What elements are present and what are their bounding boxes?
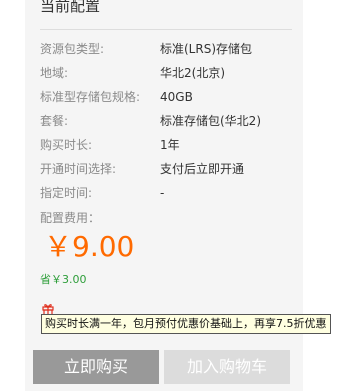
gift-icon	[42, 301, 54, 316]
saving-amount: 省￥3.00	[40, 273, 87, 286]
spec-row-duration: 购买时长: 1年	[40, 137, 295, 153]
spec-value: 40GB	[160, 90, 193, 104]
spec-value: -	[160, 186, 165, 200]
spec-value: 标准(LRS)存储包	[160, 42, 253, 56]
spec-label: 购买时长:	[40, 138, 93, 152]
spec-value: 1年	[160, 138, 180, 152]
add-to-cart-button[interactable]: 加入购物车	[164, 350, 290, 384]
spec-row-size: 标准型存储包规格: 40GB	[40, 89, 295, 105]
spec-label: 资源包类型:	[40, 42, 105, 56]
spec-label: 开通时间选择:	[40, 162, 117, 176]
spec-row-activation: 开通时间选择: 支付后立即开通	[40, 161, 295, 177]
title-divider	[40, 29, 292, 30]
spec-value: 支付后立即开通	[160, 162, 245, 176]
panel-title: 当前配置	[40, 0, 101, 15]
price-amount: ￥9.00	[44, 230, 135, 263]
spec-row-plan: 套餐: 标准存储包(华北2)	[40, 113, 295, 129]
spec-label: 指定时间:	[40, 186, 93, 200]
spec-label: 套餐:	[40, 114, 69, 128]
promo-tooltip: 购买时长满一年，包月预付优惠价基础上，再享7.5折优惠	[41, 314, 331, 334]
spec-row-specified-time: 指定时间: -	[40, 185, 295, 201]
spec-value: 标准存储包(华北2)	[160, 114, 261, 128]
spec-row-package-type: 资源包类型: 标准(LRS)存储包	[40, 41, 295, 57]
spec-label: 地域:	[40, 66, 69, 80]
fee-label: 配置费用：	[40, 211, 101, 225]
spec-value: 华北2(北京)	[160, 66, 225, 80]
spec-label: 标准型存储包规格:	[40, 90, 141, 104]
spec-row-region: 地域: 华北2(北京)	[40, 65, 295, 81]
buy-now-button[interactable]: 立即购买	[33, 350, 159, 384]
